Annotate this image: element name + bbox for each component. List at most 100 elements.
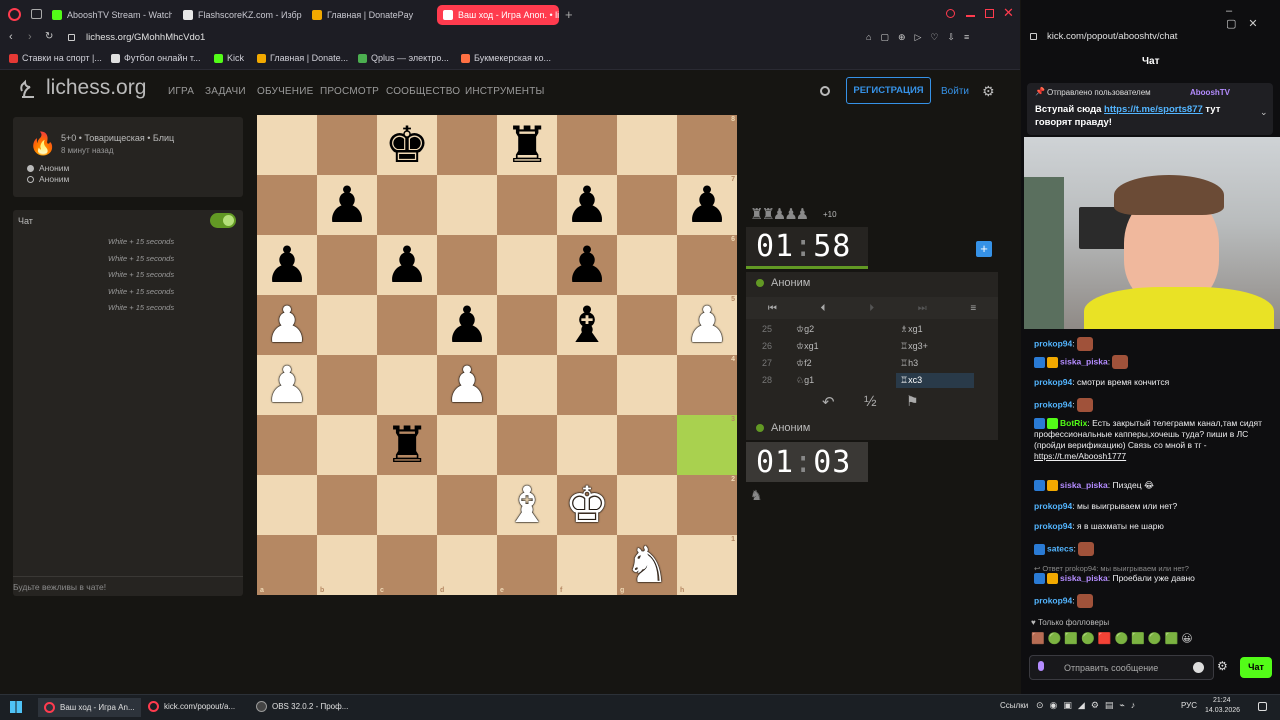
chat-toggle[interactable] xyxy=(210,213,236,228)
square-h3[interactable]: 3 xyxy=(677,415,737,475)
black-rook-icon[interactable]: ♜ xyxy=(385,420,430,470)
white-pawn-icon[interactable]: ♟ xyxy=(265,300,310,350)
black-pawn-icon[interactable]: ♟ xyxy=(265,240,310,290)
square-b5[interactable] xyxy=(317,295,377,355)
white-move[interactable]: ♘g1 xyxy=(796,375,814,386)
chat-username[interactable]: prokop94 xyxy=(1034,501,1072,511)
square-d6[interactable] xyxy=(437,235,497,295)
nav-learn[interactable]: ОБУЧЕНИЕ xyxy=(257,86,313,97)
notification-icon[interactable] xyxy=(1258,702,1267,711)
white-move[interactable]: ♔g2 xyxy=(796,324,814,335)
bookmark-item[interactable]: Футбол онлайн т... xyxy=(111,53,201,63)
black-move[interactable]: ♖h3 xyxy=(896,356,922,371)
opera-menu-icon[interactable] xyxy=(8,8,21,21)
black-pawn-icon[interactable]: ♟ xyxy=(445,300,490,350)
nav-community[interactable]: СООБЩЕСТВО xyxy=(386,86,460,97)
nav-play[interactable]: ИГРА xyxy=(168,86,194,97)
chat-username[interactable]: siska_piska xyxy=(1060,480,1108,490)
search-tabs-icon[interactable] xyxy=(946,9,955,18)
square-e7[interactable] xyxy=(497,175,557,235)
site-logo[interactable]: lichess.org xyxy=(16,76,146,100)
square-h1[interactable]: 1h xyxy=(677,535,737,595)
square-g3[interactable] xyxy=(617,415,677,475)
square-a2[interactable] xyxy=(257,475,317,535)
square-e5[interactable] xyxy=(497,295,557,355)
windows-start-icon[interactable] xyxy=(10,701,22,713)
square-b2[interactable] xyxy=(317,475,377,535)
back-icon[interactable]: ‹ xyxy=(9,31,13,43)
square-h2[interactable]: 2 xyxy=(677,475,737,535)
black-pawn-icon[interactable]: ♟ xyxy=(385,240,430,290)
square-b6[interactable] xyxy=(317,235,377,295)
chat-username[interactable]: siska_piska xyxy=(1060,573,1108,583)
window-controls-icon[interactable]: –▢✕ xyxy=(1226,5,1280,30)
square-c1[interactable]: c xyxy=(377,535,437,595)
chess-board[interactable]: ♚ ♜ 8 ♟ ♟ ♟ 7 ♟ ♟ ♟ 6 ♟ ♟ ♝ ♟ 5 ♟ ♟ 4 ♜ 3 ♝ ♚ 2 a b c d e f ♞ g 1 h xyxy=(257,115,737,595)
square-e8[interactable]: ♜ xyxy=(497,115,557,175)
white-pawn-icon[interactable]: ♟ xyxy=(265,360,310,410)
square-e6[interactable] xyxy=(497,235,557,295)
black-player-name[interactable]: Аноним xyxy=(39,174,69,184)
square-d8[interactable] xyxy=(437,115,497,175)
white-king-icon[interactable]: ♚ xyxy=(565,480,610,530)
square-e2[interactable]: ♝ xyxy=(497,475,557,535)
black-move[interactable]: ♗xg1 xyxy=(896,322,927,337)
square-f8[interactable] xyxy=(557,115,617,175)
square-g4[interactable] xyxy=(617,355,677,415)
nav-puzzles[interactable]: ЗАДАЧИ xyxy=(205,86,246,97)
square-a3[interactable] xyxy=(257,415,317,475)
offer-draw-button[interactable]: ½ xyxy=(864,393,877,410)
square-e3[interactable] xyxy=(497,415,557,475)
square-c5[interactable] xyxy=(377,295,437,355)
square-g7[interactable] xyxy=(617,175,677,235)
square-e4[interactable] xyxy=(497,355,557,415)
square-f1[interactable]: f xyxy=(557,535,617,595)
square-d2[interactable] xyxy=(437,475,497,535)
emoji-icon[interactable] xyxy=(1193,662,1204,673)
chevron-down-icon[interactable]: ⌄ xyxy=(1260,107,1268,118)
forward-icon[interactable]: › xyxy=(28,31,32,43)
black-pawn-icon[interactable]: ♟ xyxy=(325,180,370,230)
square-h6[interactable]: 6 xyxy=(677,235,737,295)
minimize-icon[interactable] xyxy=(966,15,975,17)
square-c2[interactable] xyxy=(377,475,437,535)
resign-flag-icon[interactable]: ⚑ xyxy=(906,393,919,410)
taskbar-links[interactable]: Ссылки xyxy=(1000,701,1028,710)
maximize-icon[interactable] xyxy=(985,9,994,18)
tray-icons[interactable]: ⊙◉▣◢⚙▤⌁♪ xyxy=(1036,700,1141,711)
pinned-link[interactable]: https://t.me/sports877 xyxy=(1104,104,1203,115)
browser-tab[interactable]: Главная | DonatePay xyxy=(312,5,432,25)
kick-url[interactable]: kick.com/popout/abooshtv/chat xyxy=(1047,31,1177,42)
clock-time[interactable]: 21:24 xyxy=(1213,697,1231,704)
browser-tab-active[interactable]: Ваш ход - Игра Anon. • li xyxy=(437,5,559,25)
pinned-user[interactable]: AbooshTV xyxy=(1190,88,1230,97)
white-pawn-icon[interactable]: ♟ xyxy=(445,360,490,410)
tab-overview-icon[interactable] xyxy=(31,9,42,19)
chat-username[interactable]: prokop94 xyxy=(1034,377,1072,387)
microphone-icon[interactable] xyxy=(1038,661,1044,671)
url-field[interactable]: lichess.org/GMohhMhcVdo1 xyxy=(86,32,205,43)
white-player-name[interactable]: Аноним xyxy=(39,163,69,173)
square-d7[interactable] xyxy=(437,175,497,235)
square-b4[interactable] xyxy=(317,355,377,415)
square-a4[interactable]: ♟ xyxy=(257,355,317,415)
square-c4[interactable] xyxy=(377,355,437,415)
square-a6[interactable]: ♟ xyxy=(257,235,317,295)
language-indicator[interactable]: РУС xyxy=(1181,701,1197,710)
login-link[interactable]: Войти xyxy=(941,86,969,97)
square-b8[interactable] xyxy=(317,115,377,175)
black-bishop-icon[interactable]: ♝ xyxy=(565,300,610,350)
square-c7[interactable] xyxy=(377,175,437,235)
taskbar-item[interactable]: Ваш ход - Игра An... xyxy=(38,698,141,717)
square-f3[interactable] xyxy=(557,415,617,475)
prev-move-icon[interactable]: ⏴ xyxy=(820,303,825,314)
browser-tab[interactable]: AbooshTV Stream - Watch xyxy=(52,5,172,25)
square-h7[interactable]: ♟ 7 xyxy=(677,175,737,235)
square-f2[interactable]: ♚ xyxy=(557,475,617,535)
black-pawn-icon[interactable]: ♟ xyxy=(685,180,730,230)
chat-settings-gear-icon[interactable]: ⚙ xyxy=(1217,659,1228,673)
last-move-icon[interactable]: ⏭ xyxy=(918,303,927,314)
bookmark-item[interactable]: Главная | Donate... xyxy=(257,53,348,63)
nav-tools[interactable]: ИНСТРУМЕНТЫ xyxy=(465,86,545,97)
square-g2[interactable] xyxy=(617,475,677,535)
